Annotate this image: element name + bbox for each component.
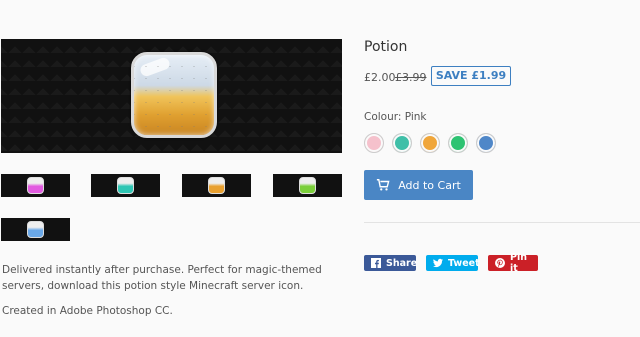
thumbnail-pink[interactable] xyxy=(1,174,70,197)
colour-label: Colour: Pink xyxy=(364,111,427,123)
pinterest-pin-button[interactable]: Pin it xyxy=(488,252,538,274)
product-created-note: Created in Adobe Photoshop CC. xyxy=(2,305,173,317)
facebook-share-button[interactable]: Share xyxy=(364,255,418,271)
potion-thumb-icon xyxy=(27,177,44,194)
add-to-cart-label: Add to Cart xyxy=(398,178,461,192)
facebook-share-label: Share xyxy=(386,257,418,269)
twitter-tweet-label: Tweet xyxy=(448,257,480,269)
product-description: Delivered instantly after purchase. Perf… xyxy=(2,264,322,292)
swatch-green[interactable] xyxy=(448,133,468,153)
compare-price: £3.99 xyxy=(395,71,427,84)
product-title: Potion xyxy=(364,39,408,55)
thumbnail-blue[interactable] xyxy=(1,218,70,241)
divider xyxy=(364,222,640,223)
pinterest-icon xyxy=(495,258,505,268)
add-to-cart-button[interactable]: Add to Cart xyxy=(364,170,473,200)
thumbnail-green[interactable] xyxy=(273,174,342,197)
potion-shine xyxy=(138,56,172,78)
facebook-icon xyxy=(371,258,381,268)
swatch-orange[interactable] xyxy=(420,133,440,153)
product-main-image[interactable] xyxy=(1,39,342,153)
thumbnail-teal[interactable] xyxy=(91,174,160,197)
twitter-icon xyxy=(433,258,443,268)
twitter-tweet-button[interactable]: Tweet xyxy=(426,255,480,271)
pinterest-pin-label: Pin it xyxy=(510,252,527,274)
thumbnail-orange[interactable] xyxy=(182,174,251,197)
swatch-blue[interactable] xyxy=(476,133,496,153)
product-price: £2.00 xyxy=(364,71,396,84)
potion-thumb-icon xyxy=(117,177,134,194)
potion-icon xyxy=(131,52,217,138)
potion-thumb-icon xyxy=(208,177,225,194)
save-badge: SAVE £1.99 xyxy=(431,66,511,86)
cart-icon xyxy=(377,179,390,191)
potion-thumb-icon xyxy=(27,221,44,238)
swatch-pink[interactable] xyxy=(364,133,384,153)
swatch-teal[interactable] xyxy=(392,133,412,153)
potion-thumb-icon xyxy=(299,177,316,194)
